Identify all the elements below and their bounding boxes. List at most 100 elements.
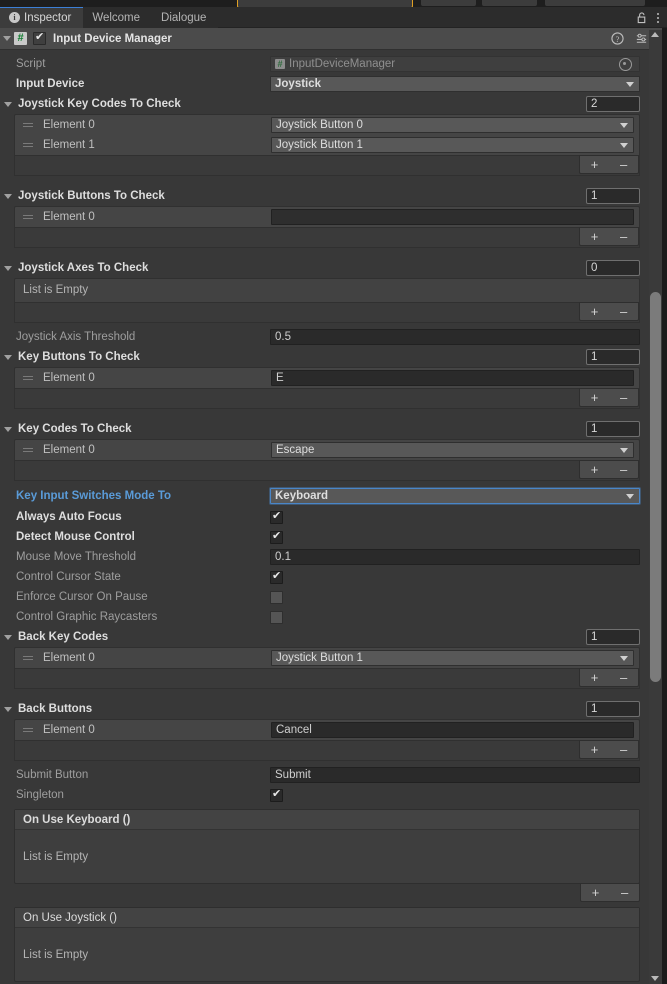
row-back-key-codes-header[interactable]: Back Key Codes 1 (0, 627, 667, 647)
control-cursor-state-checkbox[interactable] (270, 570, 283, 584)
add-button[interactable]: + (592, 884, 600, 901)
back-buttons-size-field[interactable]: 1 (586, 701, 640, 717)
foldout-icon[interactable] (4, 265, 12, 271)
element-dropdown[interactable]: Joystick Button 1 (271, 137, 634, 153)
remove-button[interactable]: – (620, 303, 627, 320)
add-button[interactable]: + (591, 741, 599, 758)
add-button[interactable]: + (591, 228, 599, 245)
component-header[interactable]: # Input Device Manager ? (0, 28, 667, 50)
input-device-dropdown[interactable]: Joystick (270, 76, 640, 92)
tab-inspector[interactable]: i Inspector (0, 7, 84, 28)
list-item[interactable]: Element 0 (15, 207, 639, 227)
row-key-codes-header[interactable]: Key Codes To Check 1 (0, 419, 667, 439)
drag-handle-icon[interactable] (23, 446, 33, 454)
always-auto-focus-checkbox[interactable] (270, 510, 283, 524)
joystick-key-codes-size-field[interactable]: 2 (586, 96, 640, 112)
list-add-remove-buttons[interactable]: + – (579, 227, 639, 246)
remove-button[interactable]: – (620, 669, 627, 686)
element-dropdown[interactable]: Escape (271, 442, 634, 458)
element-text-input[interactable]: E (271, 370, 634, 386)
row-joystick-axes-header[interactable]: Joystick Axes To Check 0 (0, 258, 667, 278)
toolbar-chip-active[interactable] (237, 0, 413, 7)
foldout-icon[interactable] (4, 354, 12, 360)
lock-open-icon[interactable] (635, 11, 648, 24)
add-button[interactable]: + (591, 303, 599, 320)
list-add-remove-buttons[interactable]: + – (579, 302, 639, 321)
joystick-axes-size-field[interactable]: 0 (586, 260, 640, 276)
scrollbar-thumb[interactable] (650, 292, 661, 682)
row-back-buttons-header[interactable]: Back Buttons 1 (0, 699, 667, 719)
add-button[interactable]: + (591, 156, 599, 173)
foldout-icon[interactable] (4, 101, 12, 107)
list-add-remove-buttons[interactable]: + – (579, 668, 639, 687)
drag-handle-icon[interactable] (23, 726, 33, 734)
key-input-switches-mode-to-dropdown[interactable]: Keyboard (270, 488, 640, 504)
list-item[interactable]: Element 0 Escape (15, 440, 639, 460)
remove-button[interactable]: – (621, 884, 628, 901)
drag-handle-icon[interactable] (23, 141, 33, 149)
foldout-icon[interactable] (4, 426, 12, 432)
list-add-remove-buttons[interactable]: + – (579, 460, 639, 479)
singleton-checkbox[interactable] (270, 788, 283, 802)
list-add-remove-buttons[interactable]: + – (579, 740, 639, 759)
list-item[interactable]: Element 0 Joystick Button 0 (15, 115, 639, 135)
component-enabled-checkbox[interactable] (33, 31, 46, 45)
mouse-move-threshold-input[interactable]: 0.1 (270, 549, 640, 565)
foldout-icon[interactable] (4, 193, 12, 199)
control-graphic-raycasters-checkbox[interactable] (270, 610, 283, 624)
add-button[interactable]: + (591, 389, 599, 406)
add-button[interactable]: + (591, 461, 599, 478)
remove-button[interactable]: – (620, 389, 627, 406)
list-item[interactable]: Element 0 E (15, 368, 639, 388)
list-add-remove-buttons[interactable]: + – (580, 883, 640, 902)
back-key-codes-size-field[interactable]: 1 (586, 629, 640, 645)
list-add-remove-buttons[interactable]: + – (579, 388, 639, 407)
joystick-axis-threshold-input[interactable]: 0.5 (270, 329, 640, 345)
key-codes-size-field[interactable]: 1 (586, 421, 640, 437)
drag-handle-icon[interactable] (23, 121, 33, 129)
submit-button-input[interactable]: Submit (270, 767, 640, 783)
row-joystick-buttons-header[interactable]: Joystick Buttons To Check 1 (0, 186, 667, 206)
element-dropdown[interactable]: Joystick Button 0 (271, 117, 634, 133)
preset-icon[interactable] (635, 32, 648, 45)
detect-mouse-control-checkbox[interactable] (270, 530, 283, 544)
toolbar-chip-2[interactable] (482, 0, 537, 6)
add-button[interactable]: + (591, 669, 599, 686)
window-menu-icon[interactable] (657, 12, 659, 23)
element-text-input[interactable]: Cancel (271, 722, 634, 738)
list-item[interactable]: Element 0 Joystick Button 1 (15, 648, 639, 668)
remove-button[interactable]: – (620, 228, 627, 245)
component-foldout-icon[interactable] (3, 36, 11, 41)
foldout-icon[interactable] (4, 634, 12, 640)
tab-welcome[interactable]: Welcome (83, 7, 152, 28)
element-dropdown[interactable]: Joystick Button 1 (271, 650, 634, 666)
drag-handle-icon[interactable] (23, 374, 33, 382)
enforce-cursor-on-pause-checkbox[interactable] (270, 590, 283, 604)
list-add-remove-buttons[interactable]: + – (579, 155, 639, 174)
list-item[interactable]: Element 1 Joystick Button 1 (15, 135, 639, 155)
script-object-field[interactable]: # InputDeviceManager (270, 56, 640, 72)
scroll-up-arrow-icon[interactable] (651, 32, 659, 37)
row-joystick-key-codes-header[interactable]: Joystick Key Codes To Check 2 (0, 94, 667, 114)
element-text-input[interactable] (271, 209, 634, 225)
drag-handle-icon[interactable] (23, 654, 33, 662)
row-input-device: Input Device Joystick (0, 74, 667, 94)
remove-button[interactable]: – (620, 461, 627, 478)
foldout-icon[interactable] (4, 706, 12, 712)
remove-button[interactable]: – (620, 156, 627, 173)
key-buttons-size-field[interactable]: 1 (586, 349, 640, 365)
row-key-buttons-header[interactable]: Key Buttons To Check 1 (0, 347, 667, 367)
on-use-keyboard-event: On Use Keyboard () List is Empty (14, 809, 640, 884)
toolbar-chip-1[interactable] (421, 0, 476, 6)
help-icon[interactable]: ? (611, 32, 624, 45)
toolbar-chip-3[interactable] (545, 0, 645, 6)
scroll-down-arrow-icon[interactable] (651, 976, 659, 981)
tab-dialogue[interactable]: Dialogue (152, 7, 218, 28)
joystick-buttons-size-field[interactable]: 1 (586, 188, 640, 204)
object-picker-icon[interactable] (619, 57, 632, 71)
inspector-scrollbar[interactable] (649, 30, 662, 984)
list-item[interactable]: Element 0 Cancel (15, 720, 639, 740)
drag-handle-icon[interactable] (23, 213, 33, 221)
remove-button[interactable]: – (620, 741, 627, 758)
component-title: Input Device Manager (53, 32, 172, 45)
